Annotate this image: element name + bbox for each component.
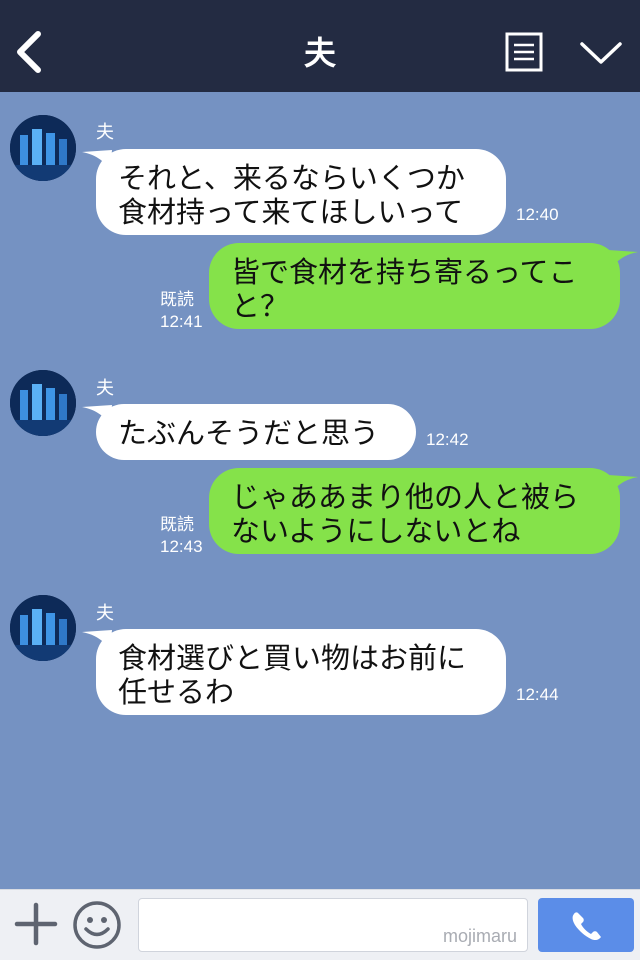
avatar-image (10, 115, 76, 181)
sender-name: 夫 (96, 378, 114, 399)
chat-title: 夫 (303, 34, 336, 72)
memo-icon[interactable] (505, 32, 543, 72)
sender-name: 夫 (96, 122, 114, 143)
message-bubble-incoming[interactable]: それと、来るならいくつか 食材持って来てほしいって (96, 149, 506, 235)
message-input[interactable]: mojimaru (138, 898, 528, 952)
avatar-image (10, 595, 76, 661)
read-receipt: 既読 (160, 290, 194, 309)
message-time: 12:43 (160, 537, 203, 556)
watermark: mojimaru (442, 926, 517, 946)
message-time: 12:42 (426, 430, 469, 449)
message-bubble-incoming[interactable]: 食材選びと買い物はお前に 任せるわ (96, 629, 506, 715)
sender-name: 夫 (96, 603, 114, 624)
avatar[interactable] (10, 370, 76, 436)
message-bubble-outgoing[interactable]: 皆で食材を持ち寄るってこ と？ (209, 243, 620, 329)
bubble-tail (608, 475, 638, 495)
message-time: 12:44 (516, 685, 559, 704)
chevron-down-icon[interactable] (578, 38, 624, 68)
message-bubble-outgoing[interactable]: じゃああまり他の人と被ら ないようにしないとね (209, 468, 620, 554)
chat-header: 夫 (0, 0, 640, 92)
avatar-image (10, 370, 76, 436)
smile-icon[interactable] (72, 900, 122, 950)
avatar[interactable] (10, 115, 76, 181)
avatar[interactable] (10, 595, 76, 661)
call-button[interactable] (538, 898, 634, 952)
phone-icon (572, 912, 601, 941)
read-receipt: 既読 (160, 515, 194, 534)
message-bubble-incoming[interactable]: たぶんそうだと思う (96, 404, 416, 460)
input-bar: mojimaru (0, 889, 640, 960)
message-time: 12:40 (516, 205, 559, 224)
message-time: 12:41 (160, 312, 203, 331)
bubble-tail (608, 250, 638, 270)
plus-icon[interactable] (14, 902, 58, 946)
